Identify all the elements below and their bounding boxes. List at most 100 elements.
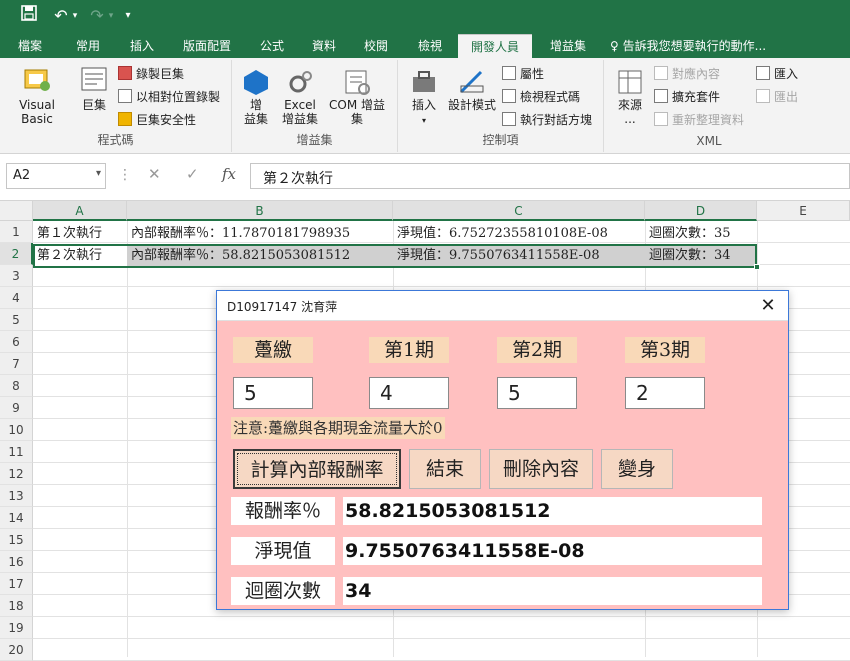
chevron-down-icon[interactable]: ▾: [70, 4, 80, 28]
customize-icon[interactable]: ▾: [122, 4, 134, 28]
row-header[interactable]: 10: [0, 419, 33, 441]
irr-label: 報酬率％: [231, 497, 335, 525]
gear-icon: [289, 71, 312, 93]
enter-icon[interactable]: ✓: [186, 165, 199, 183]
properties-button[interactable]: 屬性: [502, 64, 544, 84]
cancel-icon[interactable]: ✕: [148, 165, 161, 183]
irr-value: 58.8215053081512: [343, 497, 762, 525]
exit-button[interactable]: 結束: [409, 449, 481, 489]
row-header[interactable]: 20: [0, 639, 33, 661]
row-header[interactable]: 12: [0, 463, 33, 485]
chevron-down-icon[interactable]: ▾: [96, 168, 101, 179]
close-icon[interactable]: ✕: [756, 294, 780, 318]
row-header[interactable]: 5: [0, 309, 33, 331]
row-header[interactable]: 18: [0, 595, 33, 617]
tab-addins[interactable]: 增益集: [542, 34, 594, 58]
column-header-b[interactable]: B: [127, 201, 393, 221]
excel-addins-button[interactable]: Excel 增益集: [280, 68, 320, 126]
expansion-packs-icon: [654, 89, 668, 103]
macro-security-button[interactable]: 巨集安全性: [118, 110, 196, 130]
calculate-irr-button[interactable]: 計算內部報酬率: [233, 449, 401, 489]
cell-b1[interactable]: 內部報酬率％：11.7870181798935: [127, 223, 393, 245]
com-addins-button[interactable]: COM 增益集: [324, 68, 390, 126]
select-all-corner[interactable]: [0, 201, 33, 221]
grid-line: [33, 638, 850, 639]
tab-insert[interactable]: 插入: [122, 34, 162, 58]
refresh-data-button[interactable]: 重新整理資料: [654, 110, 744, 130]
macros-button[interactable]: 巨集: [76, 64, 112, 112]
tab-data[interactable]: 資料: [304, 34, 344, 58]
run-dialog-button[interactable]: 執行對話方塊: [502, 110, 592, 130]
dialog-title-bar[interactable]: D10917147 沈育萍 ✕: [217, 291, 788, 321]
formula-input[interactable]: 第２次執行: [250, 163, 850, 189]
export-button[interactable]: 匯出: [756, 87, 798, 107]
lump-sum-input[interactable]: 5: [233, 377, 313, 409]
view-code-button[interactable]: 檢視程式碼: [502, 87, 580, 107]
tab-view[interactable]: 檢視: [410, 34, 450, 58]
visual-basic-button[interactable]: Visual Basic: [4, 64, 70, 126]
row-header[interactable]: 2: [0, 243, 33, 265]
properties-icon: [502, 66, 516, 80]
column-header-c[interactable]: C: [393, 201, 645, 221]
macros-icon: [81, 67, 107, 91]
addins-group-label: 增益集: [296, 133, 333, 147]
chevron-down-icon: ▾: [421, 116, 426, 125]
import-button[interactable]: 匯入: [756, 64, 798, 84]
tell-me-search[interactable]: ♀ 告訴我您想要執行的動作...: [610, 34, 778, 58]
import-icon: [756, 66, 770, 80]
ribbon-tabs: 檔案 常用 插入 版面配置 公式 資料 校閱 檢視 開發人員 增益集 ♀ 告訴我…: [0, 34, 850, 58]
row-header[interactable]: 16: [0, 551, 33, 573]
cell-d1[interactable]: 迴圈次數：35: [645, 223, 757, 245]
column-header-e[interactable]: E: [757, 201, 850, 221]
undo-icon[interactable]: ↶: [50, 4, 72, 28]
tab-developer[interactable]: 開發人員: [458, 34, 532, 58]
tab-file[interactable]: 檔案: [10, 34, 50, 58]
column-header-a[interactable]: A: [33, 201, 127, 221]
expansion-packs-button[interactable]: 擴充套件: [654, 87, 720, 107]
tab-formulas[interactable]: 公式: [252, 34, 292, 58]
redo-icon[interactable]: ↷: [86, 4, 108, 28]
row-header[interactable]: 8: [0, 375, 33, 397]
row-header[interactable]: 17: [0, 573, 33, 595]
name-box[interactable]: A2 ▾: [6, 163, 106, 189]
row-header[interactable]: 6: [0, 331, 33, 353]
period-2-input[interactable]: 5: [497, 377, 577, 409]
relative-reference-button[interactable]: 以相對位置錄製: [118, 87, 220, 107]
formula-bar-grip[interactable]: ⋮: [118, 167, 132, 183]
transform-button[interactable]: 變身: [601, 449, 673, 489]
userform-dialog: D10917147 沈育萍 ✕ 躉繳 第1期 第2期 第3期 5 4 5 2 注…: [216, 290, 789, 610]
row-header[interactable]: 3: [0, 265, 33, 287]
xml-source-button[interactable]: 來源 ...: [610, 68, 650, 126]
insert-control-button[interactable]: 插入 ▾: [404, 68, 444, 128]
record-macro-button[interactable]: 錄製巨集: [118, 64, 184, 84]
view-code-icon: [502, 89, 516, 103]
period-1-input[interactable]: 4: [369, 377, 449, 409]
save-icon[interactable]: [18, 4, 40, 28]
visual-basic-icon: [24, 69, 50, 91]
row-header[interactable]: 9: [0, 397, 33, 419]
row-header[interactable]: 4: [0, 287, 33, 309]
cell-a1[interactable]: 第１次執行: [33, 223, 127, 245]
addins-button[interactable]: 增 益集: [238, 68, 274, 126]
row-header[interactable]: 15: [0, 529, 33, 551]
row-header[interactable]: 13: [0, 485, 33, 507]
xml-source-icon: [618, 70, 642, 94]
tab-home[interactable]: 常用: [68, 34, 108, 58]
cell-c1[interactable]: 淨現值：6.75272355810108E-08: [393, 223, 645, 245]
row-header[interactable]: 11: [0, 441, 33, 463]
column-header-d[interactable]: D: [645, 201, 757, 221]
tab-review[interactable]: 校閱: [356, 34, 396, 58]
clear-button[interactable]: 刪除內容: [489, 449, 593, 489]
chevron-down-icon[interactable]: ▾: [106, 4, 116, 28]
period-3-input[interactable]: 2: [625, 377, 705, 409]
tab-page-layout[interactable]: 版面配置: [178, 34, 236, 58]
map-properties-button[interactable]: 對應內容: [654, 64, 720, 84]
row-header[interactable]: 14: [0, 507, 33, 529]
row-header[interactable]: 19: [0, 617, 33, 639]
insert-function-icon[interactable]: fx: [222, 165, 236, 183]
fill-handle[interactable]: [754, 264, 760, 270]
controls-group-label: 控制項: [482, 133, 519, 147]
row-header[interactable]: 1: [0, 221, 33, 243]
design-mode-button[interactable]: 設計模式: [446, 68, 498, 112]
row-header[interactable]: 7: [0, 353, 33, 375]
